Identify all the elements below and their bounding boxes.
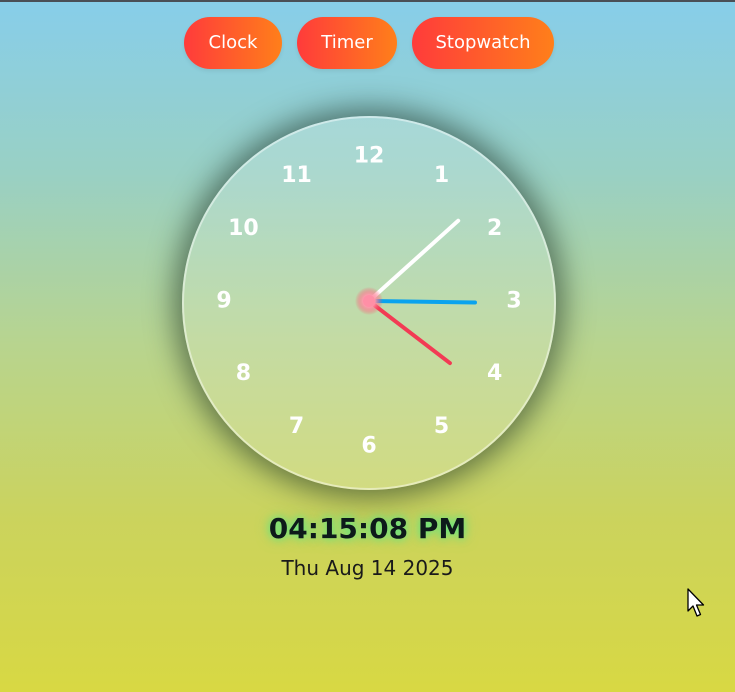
timer-mode-button[interactable]: Timer — [297, 17, 397, 69]
clock-number-11: 11 — [281, 163, 312, 188]
stopwatch-mode-button[interactable]: Stopwatch — [412, 17, 554, 69]
clock-number-8: 8 — [236, 361, 251, 386]
clock-number-4: 4 — [487, 361, 502, 386]
clock-number-1: 1 — [434, 163, 449, 188]
clock-number-6: 6 — [361, 434, 376, 459]
hour-hand — [367, 299, 452, 366]
clock-number-3: 3 — [506, 289, 521, 314]
mode-nav: Clock Timer Stopwatch — [0, 17, 735, 69]
clock-number-12: 12 — [354, 144, 385, 169]
digital-time: 04:15:08 PM — [268, 512, 467, 545]
date-label: Thu Aug 14 2025 — [281, 556, 454, 580]
window-top-border — [0, 0, 735, 2]
minute-hand — [367, 299, 477, 305]
clock-number-9: 9 — [216, 289, 231, 314]
analog-clock: 121234567891011 — [216, 144, 521, 459]
clock-mode-button[interactable]: Clock — [184, 17, 282, 69]
clock-number-7: 7 — [289, 414, 304, 439]
clock-number-2: 2 — [487, 216, 502, 241]
clock-center-dot — [363, 295, 375, 307]
clock-number-5: 5 — [434, 414, 449, 439]
second-hand — [367, 218, 461, 303]
mouse-cursor-icon — [687, 588, 705, 617]
clock-number-10: 10 — [228, 216, 259, 241]
